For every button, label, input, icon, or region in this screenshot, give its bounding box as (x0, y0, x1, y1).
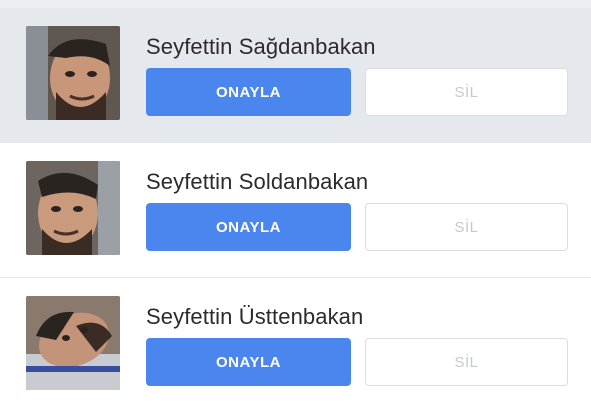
requester-name[interactable]: Seyfettin Üsttenbakan (146, 304, 363, 330)
profile-photo-icon (26, 26, 120, 120)
delete-button[interactable]: SİL (365, 338, 568, 386)
friend-request-row[interactable]: Seyfettin Soldanbakan ONAYLA SİL (0, 142, 591, 277)
confirm-button[interactable]: ONAYLA (146, 203, 351, 251)
avatar[interactable] (26, 161, 120, 255)
friend-request-list: Seyfettin Sağdanbakan ONAYLA SİL Seyfett… (0, 8, 591, 412)
confirm-button[interactable]: ONAYLA (146, 338, 351, 386)
requester-name[interactable]: Seyfettin Soldanbakan (146, 169, 368, 195)
friend-request-row[interactable]: Seyfettin Sağdanbakan ONAYLA SİL (0, 8, 591, 142)
requester-name[interactable]: Seyfettin Sağdanbakan (146, 34, 376, 60)
delete-button[interactable]: SİL (365, 203, 568, 251)
delete-button[interactable]: SİL (365, 68, 568, 116)
profile-photo-icon (26, 296, 120, 390)
avatar[interactable] (26, 26, 120, 120)
top-divider (0, 0, 591, 8)
avatar[interactable] (26, 296, 120, 390)
confirm-button[interactable]: ONAYLA (146, 68, 351, 116)
profile-photo-icon (26, 161, 120, 255)
friend-request-row[interactable]: Seyfettin Üsttenbakan ONAYLA SİL (0, 277, 591, 412)
